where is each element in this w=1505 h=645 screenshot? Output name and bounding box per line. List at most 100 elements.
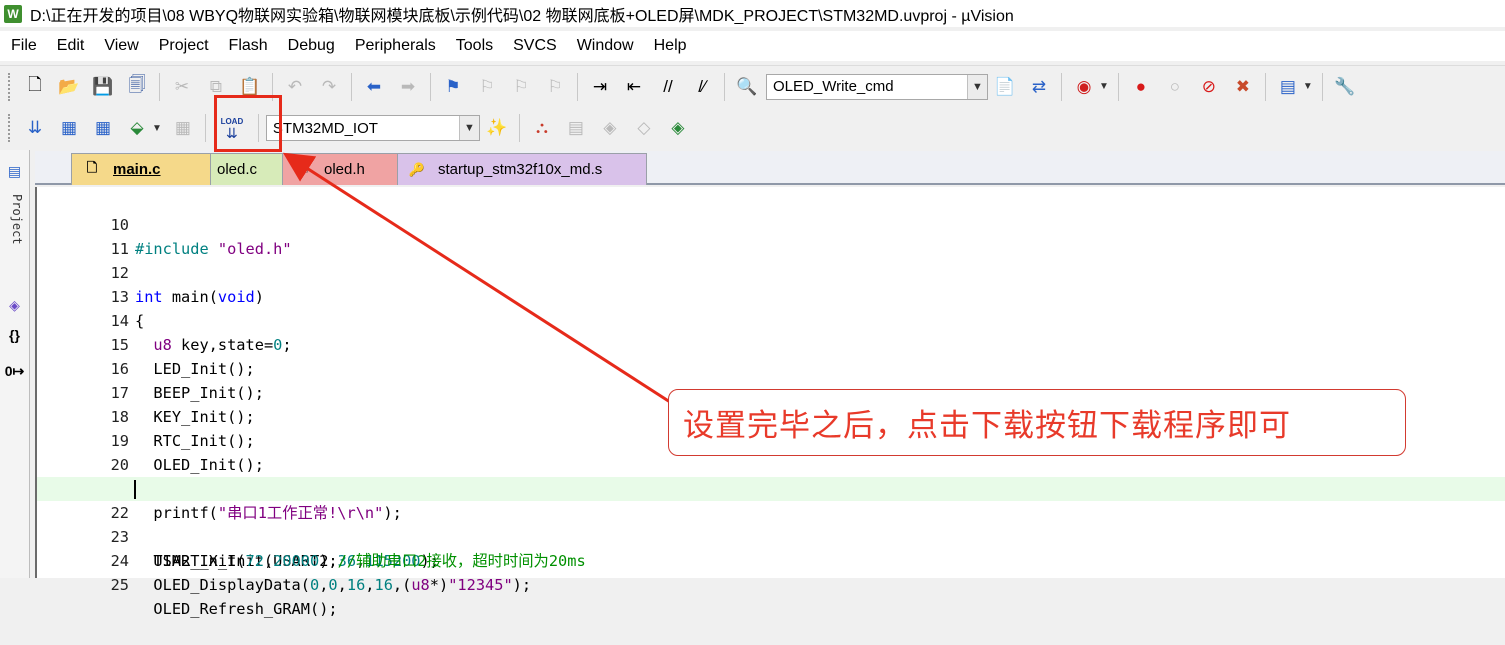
templates-icon[interactable]: 0↦: [3, 360, 26, 382]
clear-bookmarks-icon[interactable]: ⚐: [542, 74, 568, 100]
project-window-icon[interactable]: ▤: [3, 160, 26, 182]
find-combo[interactable]: OLED_Write_cmd ▼: [766, 73, 988, 100]
open-folder-icon[interactable]: 📂: [56, 74, 82, 100]
stop-build-icon[interactable]: ▦: [170, 115, 196, 141]
code-line[interactable]: 14 u8 key,state=0;: [37, 285, 1505, 354]
target-select[interactable]: STM32MD_IOT ▼: [265, 115, 480, 141]
prev-bookmark-icon[interactable]: ⚐: [474, 74, 500, 100]
save-all-icon[interactable]: 🗐: [124, 74, 150, 100]
menu-help[interactable]: Help: [643, 37, 696, 55]
toolbar-separator: [518, 114, 520, 142]
pack-installer-icon[interactable]: ◈: [665, 115, 691, 141]
disable-breakpoints-icon[interactable]: ⊘: [1196, 74, 1222, 100]
window-layout-icon[interactable]: ▤: [1275, 74, 1301, 100]
code-line[interactable]: 24 OLED_DisplayData(0,0,16,16,(u8*)"1234…: [37, 525, 1505, 594]
menu-window[interactable]: Window: [566, 37, 643, 55]
code-line[interactable]: 25 OLED_Refresh_GRAM();: [37, 549, 1505, 618]
manage-project-items-icon[interactable]: ⛬: [529, 115, 555, 141]
menu-project[interactable]: Project: [148, 37, 218, 55]
batch-build-icon[interactable]: ⬙: [124, 115, 150, 141]
annotation-callout: 设置完毕之后，点击下载按钮下载程序即可: [668, 389, 1406, 456]
rebuild-icon[interactable]: ▦: [90, 115, 116, 141]
toolbar-grip[interactable]: [8, 72, 12, 101]
target-select-value: STM32MD_IOT: [272, 119, 378, 137]
navigate-back-icon[interactable]: ⬅: [361, 74, 387, 100]
code-line[interactable]: 15 LED_Init();: [37, 309, 1505, 378]
unindent-icon[interactable]: ⇤: [621, 74, 647, 100]
menu-view[interactable]: View: [93, 37, 147, 55]
window-title: D:\正在开发的项目\08 WBYQ物联网实验箱\物联网模块底板\示例代码\02…: [30, 7, 1014, 25]
current-code-line[interactable]: 22 USART_X_Init(USART2,36,115200);: [37, 477, 1505, 570]
insert-breakpoint-icon[interactable]: ●: [1128, 74, 1154, 100]
translate-icon[interactable]: ⇊: [22, 115, 48, 141]
toolbar-separator: [1264, 72, 1266, 101]
chevron-down-icon[interactable]: ▼: [1099, 81, 1109, 92]
project-panel-label[interactable]: Project: [4, 194, 24, 245]
find-in-files-icon[interactable]: 🔍: [734, 74, 760, 100]
bookmark-icon[interactable]: ⚑: [440, 74, 466, 100]
chevron-down-icon[interactable]: ▼: [967, 74, 987, 99]
find-icon[interactable]: 📄: [992, 74, 1018, 100]
save-icon[interactable]: 💾: [90, 74, 116, 100]
menu-debug[interactable]: Debug: [277, 37, 344, 55]
code-line[interactable]: 21 printf("串口1工作正常!\r\n");: [37, 453, 1505, 522]
code-editor[interactable]: 10 #include "oled.h" 11 12 int main(void…: [35, 187, 1505, 618]
text-caret: [134, 480, 136, 499]
menu-tools[interactable]: Tools: [445, 37, 502, 55]
toolbar-separator: [430, 72, 431, 101]
chevron-down-icon[interactable]: ▼: [458, 116, 479, 140]
key-file-icon: 🔑: [408, 161, 426, 177]
load-button-highlight-box: [214, 95, 282, 152]
toolbar-grip[interactable]: [8, 114, 12, 142]
redo-icon[interactable]: ↷: [316, 74, 342, 100]
manage-run-time-icon[interactable]: ◈: [597, 115, 623, 141]
menu-peripherals[interactable]: Peripherals: [344, 37, 445, 55]
new-file-icon[interactable]: 🗋: [22, 74, 48, 100]
side-panel: ▤ Project ◈ {} 0↦: [0, 150, 30, 578]
c-file-icon: 🗋: [86, 159, 98, 175]
toolbar-separator: [1061, 72, 1062, 101]
kill-breakpoints-icon[interactable]: ✖: [1230, 74, 1256, 100]
menu-flash[interactable]: Flash: [218, 37, 277, 55]
uncomment-icon[interactable]: /∕: [689, 74, 715, 100]
chevron-down-icon[interactable]: ▼: [152, 123, 162, 134]
undo-icon[interactable]: ↶: [282, 74, 308, 100]
build-icon[interactable]: ▦: [56, 115, 82, 141]
toolbar-separator: [577, 72, 578, 101]
target-options-icon[interactable]: ✨: [484, 115, 510, 141]
tab-oled-h[interactable]: 🗋 oled.h: [282, 153, 398, 185]
incremental-find-icon[interactable]: ⇄: [1026, 74, 1052, 100]
books-icon[interactable]: ◈: [3, 294, 26, 316]
toolbar-separator: [1321, 72, 1323, 101]
navigate-forward-icon[interactable]: ➡: [395, 74, 421, 100]
code-line[interactable]: 11: [37, 213, 1505, 258]
chevron-down-icon[interactable]: ▼: [1303, 81, 1313, 92]
select-packs-icon[interactable]: ◇: [631, 115, 657, 141]
menu-svcs[interactable]: SVCS: [502, 37, 566, 55]
code-text: OLED_DisplayData(0,0,16,16,(u8*)"12345")…: [135, 576, 532, 594]
configure-wrench-icon[interactable]: 🔧: [1332, 74, 1358, 100]
code-line[interactable]: 23 TIM2_Init(72,20000);//辅助串口2接收，超时时间为20…: [37, 501, 1505, 570]
debug-session-icon[interactable]: ◉: [1071, 74, 1097, 100]
enable-breakpoint-icon[interactable]: ○: [1162, 74, 1188, 100]
tab-main-c[interactable]: 🗋 main.c: [71, 153, 211, 185]
code-line[interactable]: 16 BEEP_Init();: [37, 333, 1505, 402]
menu-file[interactable]: File: [0, 37, 46, 55]
manage-multi-project-icon[interactable]: ▤: [563, 115, 589, 141]
tab-label: oled.c: [217, 161, 258, 178]
tab-label: oled.h: [324, 161, 365, 178]
functions-icon[interactable]: {}: [3, 324, 26, 346]
code-line[interactable]: 10 #include "oled.h": [37, 189, 1505, 258]
cut-icon[interactable]: ✂: [169, 74, 195, 100]
uvision-app-icon: W: [4, 4, 22, 23]
code-line[interactable]: 12 int main(void): [37, 237, 1505, 306]
menu-edit[interactable]: Edit: [46, 37, 94, 55]
indent-icon[interactable]: ⇥: [587, 74, 613, 100]
tab-label: main.c: [113, 161, 161, 178]
code-line[interactable]: 13 {: [37, 261, 1505, 330]
h-file-icon: 🗋: [297, 159, 309, 175]
comment-icon[interactable]: //: [655, 74, 681, 100]
tab-startup-stm32f10x-md-s[interactable]: 🔑 startup_stm32f10x_md.s: [396, 153, 647, 185]
code-line[interactable]: 17 KEY_Init();: [37, 357, 1505, 426]
next-bookmark-icon[interactable]: ⚐: [508, 74, 534, 100]
